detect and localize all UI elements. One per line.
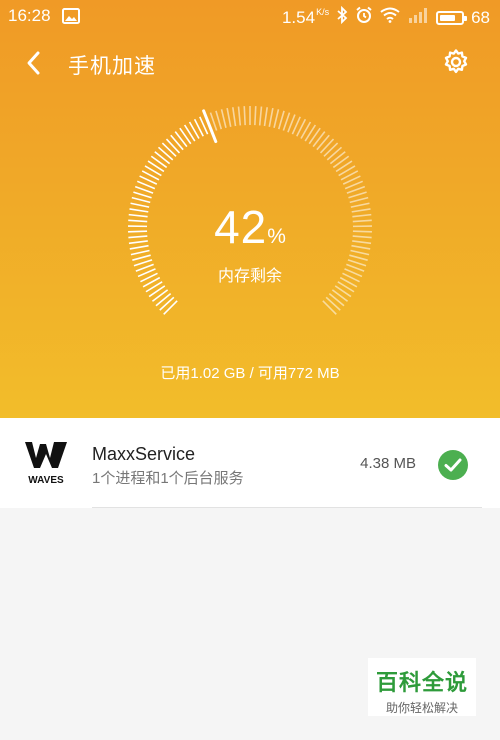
memory-percent-sign: % [267, 225, 286, 248]
watermark-subtitle: 助你轻松解决 [385, 701, 458, 715]
process-name: MaxxService [92, 444, 196, 464]
process-list: WAVES MaxxService 1个进程和1个后台服务 4.38 MB 百科… [0, 418, 500, 740]
gauge-tick [263, 107, 268, 127]
watermark-logo: 百科全说 助你轻松解决 [368, 658, 476, 716]
waves-app-icon: WAVES [22, 438, 70, 486]
gauge-tick [258, 106, 263, 126]
memory-usage-text: 已用1.02 GB / 可用772 MB [160, 365, 340, 382]
gauge-tick [174, 131, 188, 148]
gauge-tick [170, 134, 184, 151]
gauge-tick [254, 106, 257, 126]
process-size: 4.38 MB [360, 455, 416, 472]
waves-logo-text: WAVES [28, 475, 64, 486]
gauge-tick [268, 108, 274, 127]
watermark-title: 百科全说 [375, 670, 468, 695]
gauge-tick [308, 127, 321, 145]
gauge-indicator [202, 109, 218, 144]
gauge-tick [157, 146, 174, 161]
gauge-tick [220, 109, 227, 129]
gauge-tick [349, 254, 368, 261]
gauge-tick [319, 138, 335, 154]
gauge-tick [322, 300, 337, 315]
gauge-tick [161, 142, 177, 157]
gauge-tick [179, 127, 192, 145]
process-detail: 1个进程和1个后台服务 [92, 470, 244, 487]
memory-label: 内存剩余 [217, 268, 282, 285]
gauge-tick [151, 289, 169, 302]
gauge-tick [328, 293, 345, 307]
gauge-tick [312, 131, 326, 148]
gauge-tick [232, 107, 237, 127]
gauge-tick [331, 289, 349, 302]
gauge-tick [326, 146, 343, 161]
gauge-tick [282, 112, 291, 131]
gauge-tick [323, 142, 339, 157]
gauge-tick [329, 151, 346, 165]
gauge-tick [159, 296, 175, 311]
gauge-tick [273, 109, 280, 129]
gauge-tick [346, 185, 366, 194]
gauge-tick [316, 134, 330, 151]
gauge-tick [277, 110, 285, 130]
gauge-tick [155, 293, 172, 307]
gauge-tick [133, 191, 152, 199]
memory-percent-value: 42 [214, 201, 268, 253]
gauge-tick [134, 185, 154, 194]
check-icon [444, 458, 462, 472]
gauge-tick [237, 106, 242, 126]
gauge-tick [132, 254, 151, 261]
memory-percent: 42% [0, 200, 500, 254]
gauge-tick [332, 155, 350, 169]
gauge-tick [165, 138, 181, 154]
gauge-tick [154, 151, 171, 165]
gauge-tick [150, 155, 168, 169]
process-row[interactable]: WAVES MaxxService 1个进程和1个后台服务 4.38 MB [0, 418, 500, 508]
gauge-tick [348, 191, 367, 199]
gauge-tick [325, 296, 341, 311]
speedup-header-panel: 16:28 1.54K/s 68 手机加速 42% 内存剩余 已用1.02 GB… [0, 0, 500, 418]
gauge-tick [243, 106, 246, 126]
row-divider [92, 507, 482, 508]
gauge-tick [215, 110, 223, 130]
process-checkbox[interactable] [438, 450, 468, 480]
gauge-tick [226, 108, 232, 127]
gauge-tick [163, 300, 178, 315]
